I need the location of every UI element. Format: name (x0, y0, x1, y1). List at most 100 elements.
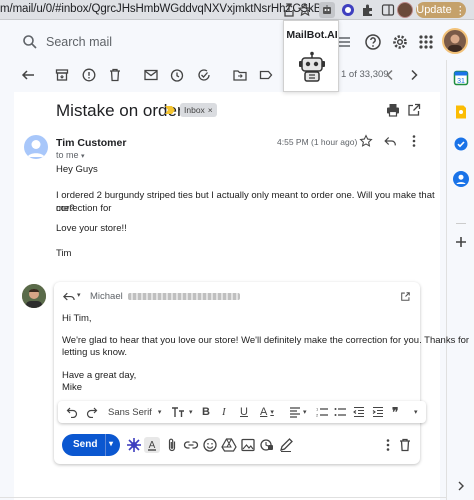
update-button[interactable]: Update ⋮ (416, 2, 466, 18)
confidential-mode-icon[interactable] (259, 437, 275, 453)
sender-avatar[interactable] (24, 135, 48, 159)
report-spam-icon[interactable] (81, 67, 97, 83)
apps-grid-icon[interactable] (416, 32, 436, 52)
bold-icon[interactable]: B (202, 406, 210, 418)
reply-body-line[interactable]: Mike (62, 382, 82, 394)
share-icon[interactable] (281, 2, 297, 18)
sender-name[interactable]: Tim Customer (56, 137, 126, 149)
tasks-icon[interactable] (453, 136, 469, 152)
more-options-icon[interactable] (408, 134, 420, 148)
underline-icon[interactable]: U (240, 406, 248, 418)
label-icon[interactable] (258, 67, 274, 83)
contacts-icon[interactable] (452, 170, 470, 188)
show-side-panel-chevron-icon[interactable] (453, 478, 469, 494)
inbox-label-chip[interactable]: Inbox × (180, 103, 217, 117)
more-formatting-dropdown-icon[interactable]: ▾ (414, 406, 418, 418)
side-divider (456, 223, 466, 224)
bulleted-list-icon[interactable] (334, 406, 346, 418)
discard-draft-icon[interactable] (397, 437, 413, 453)
reply-avatar (22, 284, 46, 308)
reply-body-line[interactable]: letting us know. (62, 347, 127, 359)
mailbot-sparkle-icon[interactable] (126, 437, 142, 453)
insert-link-icon[interactable] (183, 437, 199, 453)
mailbot-title: MailBot.AI (286, 29, 338, 41)
reply-body-line[interactable]: Hi Tim, (62, 313, 92, 325)
reply-body-line[interactable]: Have a great day, (62, 370, 136, 382)
font-family-label: Sans Serif (108, 406, 152, 418)
reply-type-arrow-icon[interactable] (62, 291, 76, 303)
archive-icon[interactable] (54, 67, 70, 83)
bottom-border (0, 497, 446, 498)
undo-icon[interactable] (66, 406, 78, 418)
add-task-icon[interactable] (196, 67, 212, 83)
search-input[interactable]: Search mail (46, 35, 112, 49)
extensions-puzzle-icon[interactable] (360, 2, 376, 18)
calendar-icon[interactable]: 31 (453, 70, 469, 86)
star-icon[interactable] (359, 134, 373, 148)
sidebar-icon[interactable] (380, 2, 396, 18)
indent-more-icon[interactable] (372, 406, 384, 418)
browser-toolbar: m/mail/u/0/#inbox/QgrcJHsHmbWGddvqNXVxjm… (0, 0, 474, 20)
search-icon[interactable] (22, 34, 38, 50)
robot-icon[interactable] (298, 51, 326, 83)
open-in-new-window-icon[interactable] (406, 102, 422, 118)
redo-icon[interactable] (86, 406, 98, 418)
newer-chevron-left-icon[interactable] (382, 67, 398, 83)
body-paragraph: Hey Guys (56, 164, 98, 175)
reply-body-line[interactable]: We're glad to hear that you love our sto… (62, 335, 469, 347)
move-to-icon[interactable] (232, 67, 248, 83)
message-timestamp: 4:55 PM (1 hour ago) (277, 137, 358, 147)
align-icon[interactable]: ▾ (289, 406, 307, 418)
quote-icon[interactable]: ❞ (392, 405, 398, 419)
more-compose-options-icon[interactable] (380, 437, 396, 453)
reply-arrow-icon[interactable] (383, 134, 397, 148)
snooze-clock-icon[interactable] (169, 67, 185, 83)
details-dropdown-icon[interactable]: ▾ (81, 153, 85, 160)
browser-profile-avatar[interactable] (397, 2, 413, 18)
schedule-send-dropdown-icon[interactable]: ▾ (109, 439, 113, 448)
google-drive-icon[interactable] (221, 437, 237, 453)
delete-icon[interactable] (107, 67, 123, 83)
insert-photo-icon[interactable] (240, 437, 256, 453)
indent-less-icon[interactable] (353, 406, 365, 418)
mailbot-extension-icon[interactable] (319, 2, 335, 18)
body-paragraph: me? (56, 203, 75, 214)
svg-text:2: 2 (316, 413, 319, 418)
send-divider (105, 434, 106, 456)
attach-file-icon[interactable] (164, 437, 180, 453)
reply-type-dropdown-icon[interactable]: ▾ (77, 291, 81, 299)
older-chevron-right-icon[interactable] (406, 67, 422, 83)
italic-icon[interactable]: I (222, 406, 226, 418)
send-button[interactable]: Send ▾ (62, 434, 120, 456)
side-panel: 31 (446, 60, 474, 500)
numbered-list-icon[interactable]: 12 (316, 406, 328, 418)
body-paragraph: Love your store!! (56, 223, 127, 234)
more-vert-icon: ⋮ (454, 4, 466, 17)
remove-label-close-icon[interactable]: × (208, 105, 213, 115)
mailbot-popup[interactable]: MailBot.AI (283, 20, 339, 92)
reply-recipient-name[interactable]: Michael (90, 291, 123, 302)
bookmark-star-icon[interactable] (297, 2, 313, 18)
settings-gear-icon[interactable] (390, 32, 410, 52)
importance-marker-icon[interactable] (164, 105, 176, 115)
formatting-options-icon[interactable]: A (144, 437, 160, 453)
insert-signature-icon[interactable] (278, 437, 294, 453)
update-label: Update (416, 4, 452, 16)
text-color-icon[interactable]: A ▾ (260, 406, 274, 418)
account-avatar[interactable] (442, 28, 468, 54)
recipient-text: to me (56, 150, 79, 160)
font-family-select[interactable]: Sans Serif ▾ (108, 406, 161, 418)
help-icon[interactable] (363, 32, 383, 52)
svg-text:1: 1 (316, 407, 319, 412)
recipient-details[interactable]: to me ▾ (56, 150, 85, 160)
print-icon[interactable] (385, 102, 401, 118)
extension-badge-icon[interactable] (340, 2, 356, 18)
back-arrow-icon[interactable] (20, 67, 36, 83)
insert-emoji-icon[interactable] (202, 437, 218, 453)
get-addons-plus-icon[interactable] (453, 234, 469, 250)
font-size-icon[interactable]: ▾ (171, 406, 193, 418)
svg-text:31: 31 (457, 78, 465, 85)
pop-out-reply-icon[interactable] (400, 291, 411, 302)
keep-icon[interactable] (453, 104, 469, 120)
mark-unread-icon[interactable] (143, 67, 159, 83)
